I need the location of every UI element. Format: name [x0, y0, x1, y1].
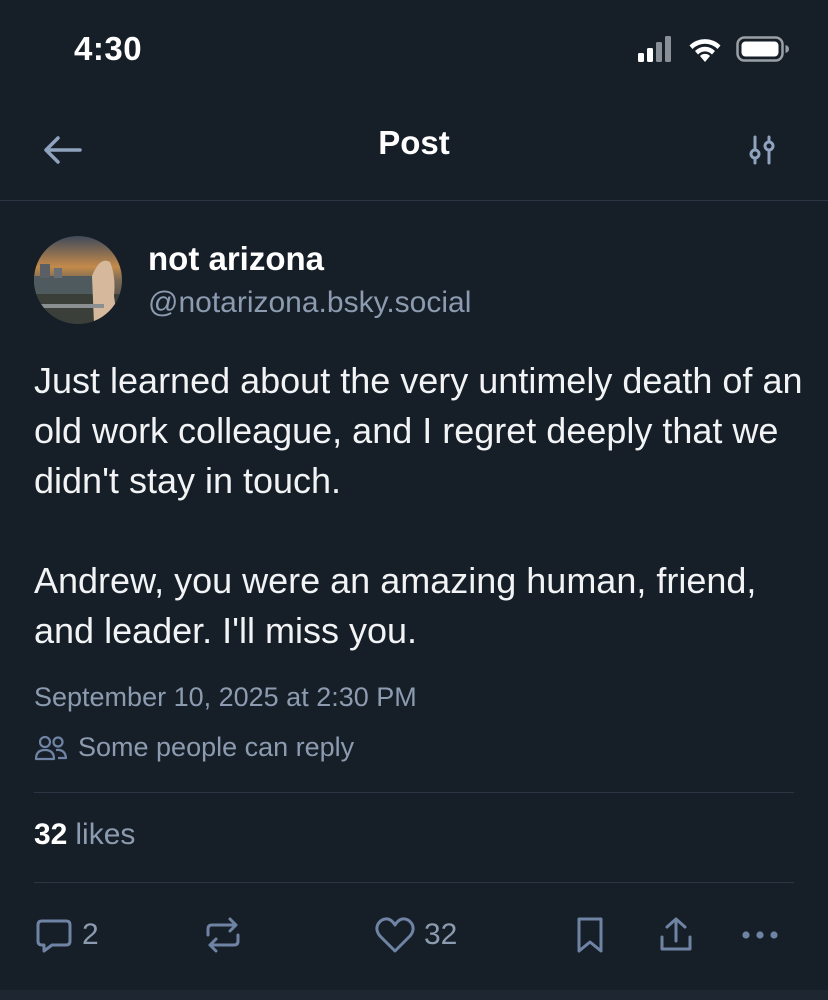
share-button[interactable] — [656, 912, 696, 958]
wifi-icon — [689, 39, 721, 62]
heart-icon — [375, 917, 415, 953]
bookmark-button[interactable] — [572, 912, 608, 958]
more-horizontal-icon — [742, 931, 778, 939]
status-time: 4:30 — [74, 30, 143, 67]
bookmark-icon — [577, 917, 603, 953]
avatar[interactable] — [34, 236, 122, 324]
post-timestamp: September 10, 2025 at 2:30 PM — [34, 682, 417, 712]
divider — [34, 882, 794, 883]
likes-summary[interactable]: 32 likes — [34, 818, 135, 852]
status-icons — [638, 36, 790, 62]
author-handle[interactable]: @notarizona.bsky.social — [148, 286, 471, 320]
like-button[interactable]: 32 — [374, 912, 457, 958]
avatar-photo — [34, 236, 122, 324]
likes-label: likes — [75, 818, 136, 851]
cellular-signal-icon — [638, 36, 671, 62]
thread-settings-button[interactable] — [736, 124, 788, 176]
page-title: Post — [378, 124, 450, 161]
repost-button[interactable] — [202, 912, 244, 958]
more-options-button[interactable] — [738, 912, 782, 958]
sliders-icon — [749, 135, 775, 165]
bottom-edge — [0, 990, 828, 1000]
like-count: 32 — [424, 918, 458, 951]
reply-button[interactable]: 2 — [34, 912, 99, 958]
comment-icon — [36, 919, 72, 953]
repost-icon — [206, 917, 240, 953]
people-icon — [34, 735, 68, 760]
author-name[interactable]: not arizona — [148, 240, 324, 278]
likes-count: 32 — [34, 818, 68, 851]
share-icon — [660, 917, 692, 951]
reply-setting-label: Some people can reply — [78, 732, 355, 762]
divider — [34, 792, 794, 793]
reply-count: 2 — [82, 918, 99, 951]
battery-icon — [736, 36, 789, 62]
post-text: Just learned about the very untimely dea… — [34, 360, 803, 651]
post-screen: 4:30 Post not arizona @notarizona.bsky.s… — [0, 0, 828, 1000]
reply-setting[interactable]: Some people can reply — [34, 732, 354, 763]
header-bar: Post — [0, 100, 828, 201]
